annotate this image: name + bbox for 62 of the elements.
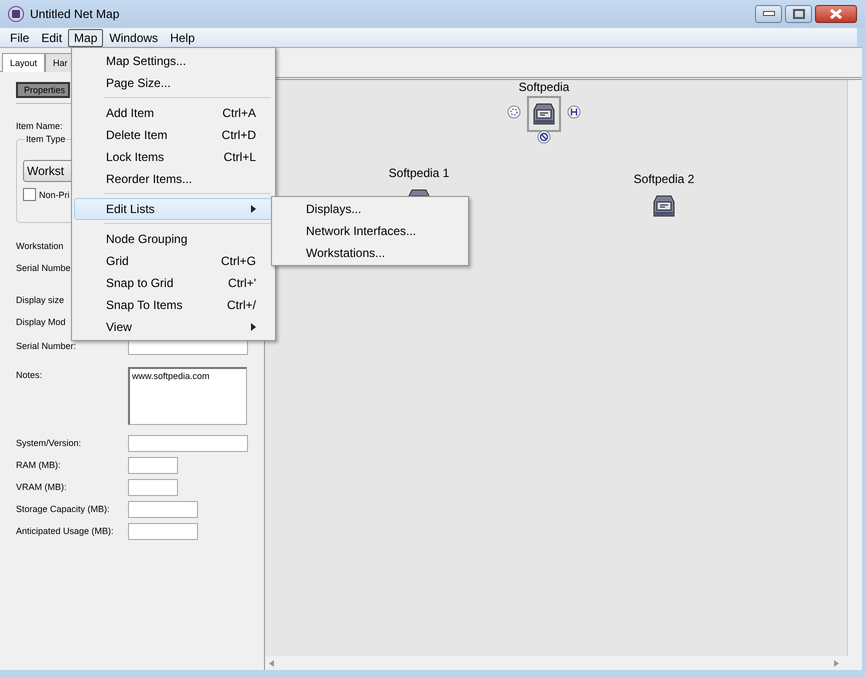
node-label: Softpedia <box>518 80 570 94</box>
menu-item[interactable]: Edit Lists <box>74 198 273 220</box>
menu-item[interactable]: View <box>74 316 273 338</box>
close-button[interactable] <box>815 5 857 23</box>
input-field[interactable] <box>128 479 178 496</box>
maximize-button[interactable] <box>785 5 812 23</box>
minimize-icon <box>762 11 774 17</box>
menu-item[interactable]: Grid Ctrl+G <box>74 250 273 272</box>
node-label: Softpedia 2 <box>634 172 694 186</box>
h-handle-icon[interactable] <box>567 105 581 119</box>
selection-frame[interactable] <box>527 96 561 132</box>
menu-item[interactable]: Snap To Items Ctrl+/ <box>74 294 273 316</box>
spinner-handle-icon[interactable] <box>507 105 521 119</box>
close-icon <box>829 9 843 19</box>
input-field[interactable] <box>128 501 198 518</box>
menu-item[interactable]: Windows <box>103 28 164 46</box>
field-label: VRAM (MB): <box>16 481 68 492</box>
scroll-right-icon[interactable] <box>834 660 840 666</box>
field-label: Display Mod <box>16 317 66 328</box>
field-label: System/Version: <box>16 437 82 448</box>
workstation-icon[interactable] <box>653 194 675 218</box>
menu-item[interactable]: Add Item Ctrl+A <box>74 102 273 124</box>
checkbox[interactable] <box>23 188 36 201</box>
menu-item[interactable]: Snap to Grid Ctrl+' <box>74 272 273 294</box>
input-field[interactable] <box>128 457 178 474</box>
node-label: Softpedia 1 <box>388 166 450 180</box>
menu-item[interactable]: Map Settings... <box>74 50 273 72</box>
input-field[interactable] <box>128 523 198 540</box>
menu-item[interactable]: Delete Item Ctrl+D <box>74 124 273 146</box>
menu-item[interactable]: Displays... <box>272 198 468 220</box>
minimize-button[interactable] <box>755 5 782 23</box>
menu-item[interactable]: Map <box>68 28 104 46</box>
field-label: RAM (MB): <box>16 459 62 470</box>
field-label: Notes: <box>16 369 44 380</box>
field-label: Display size <box>16 295 64 306</box>
properties-button[interactable]: Properties <box>16 82 70 98</box>
maximize-icon <box>792 9 804 19</box>
menu-item[interactable]: File <box>4 28 36 46</box>
field-label: Storage Capacity (MB): <box>16 503 111 514</box>
field-label: Workstation <box>16 241 64 252</box>
scroll-left-icon[interactable] <box>269 660 275 666</box>
input-field[interactable] <box>128 435 248 452</box>
field-label: Item Name: <box>16 121 64 131</box>
group-label: Item Type <box>25 134 66 144</box>
workstation-icon[interactable] <box>533 102 555 126</box>
field-label: Serial Numbe <box>16 263 71 274</box>
menu-item[interactable]: Node Grouping <box>74 228 273 250</box>
checkbox-label: Non-Pri <box>39 190 70 200</box>
field-label: Anticipated Usage (MB): <box>16 525 115 536</box>
menu-item[interactable]: Network Interfaces... <box>272 220 468 242</box>
submenu-arrow-icon <box>251 323 256 331</box>
menu-item[interactable]: Edit <box>35 28 68 46</box>
app-icon <box>8 6 24 22</box>
menu-item[interactable]: Help <box>164 28 201 46</box>
field-label: Serial Number: <box>16 340 78 351</box>
submenu-arrow-icon <box>251 205 256 213</box>
menu-item[interactable]: Page Size... <box>74 72 273 94</box>
tab[interactable]: Layout <box>2 53 46 72</box>
prohibited-handle-icon[interactable] <box>537 130 551 144</box>
window-title: Untitled Net Map <box>30 7 120 21</box>
menu-item[interactable]: Workstations... <box>272 242 468 264</box>
notes-field[interactable]: www.softpedia.com <box>128 367 247 425</box>
